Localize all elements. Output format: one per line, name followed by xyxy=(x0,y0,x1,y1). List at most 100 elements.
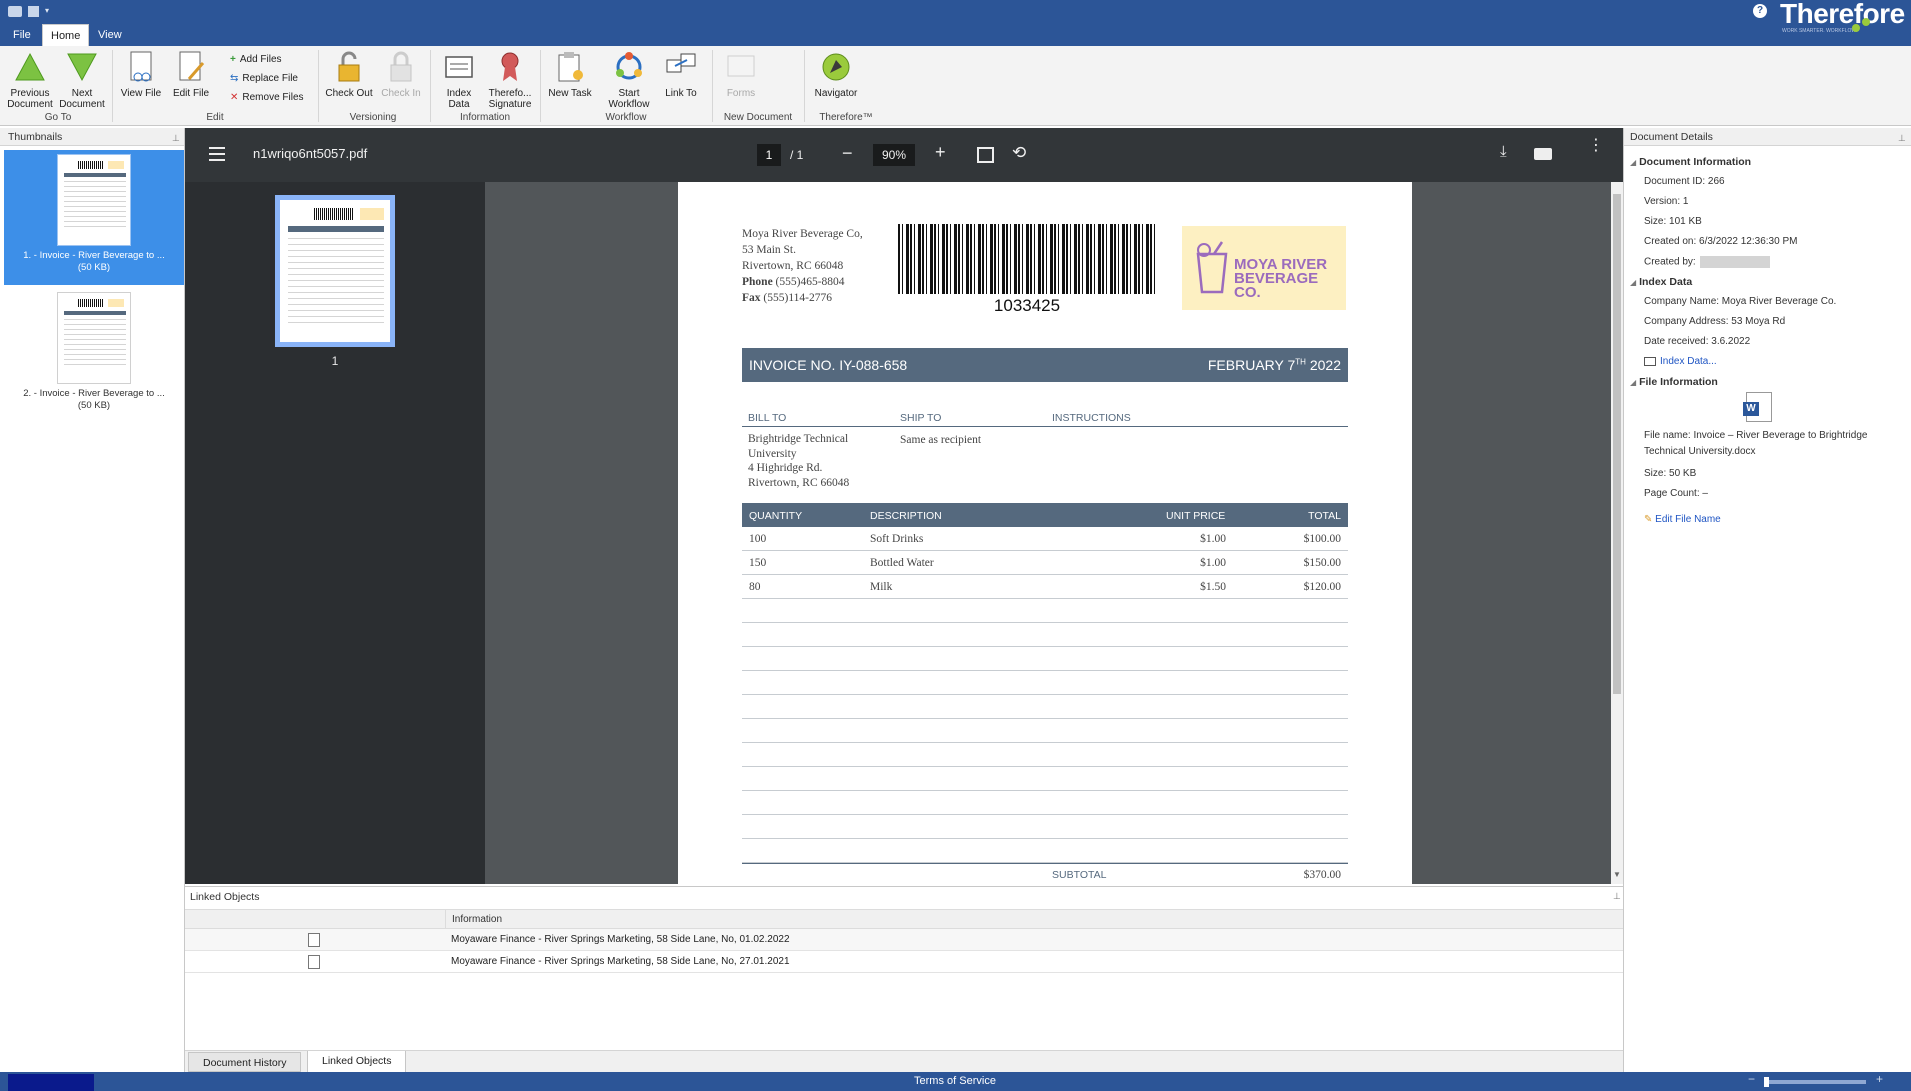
table-row[interactable]: Moyaware Finance - River Springs Marketi… xyxy=(185,929,1623,951)
index-data-title: Index Data xyxy=(1639,276,1693,288)
zoom-in-icon[interactable]: + xyxy=(935,141,946,163)
clipboard-icon xyxy=(553,50,587,84)
therefore-signature-button[interactable]: Therefo... Signature xyxy=(484,50,536,110)
ship-to-label: SHIP TO xyxy=(900,412,942,424)
edit-file-button[interactable]: Edit File xyxy=(168,50,214,99)
save-icon[interactable] xyxy=(28,6,39,17)
forms-icon xyxy=(724,50,758,84)
fit-page-icon[interactable] xyxy=(977,147,994,163)
company-name: Company Name: Moya River Beverage Co. xyxy=(1644,296,1837,307)
edit-file-icon xyxy=(174,50,208,84)
index-data-button[interactable]: Index Data xyxy=(436,50,482,110)
linked-objects-title: Linked Objects xyxy=(190,891,260,903)
group-edit: Edit xyxy=(206,112,224,123)
pin-icon[interactable]: ⊥ xyxy=(1898,129,1906,147)
next-document-button[interactable]: Next Document xyxy=(58,50,106,110)
row-total: $120.00 xyxy=(1303,581,1341,593)
tab-file[interactable]: File xyxy=(5,24,39,46)
vertical-scrollbar[interactable]: ▼ xyxy=(1611,182,1623,884)
previous-document-button[interactable]: Previous Document xyxy=(6,50,54,110)
link-icon xyxy=(664,50,698,84)
bill-to-line: Brightridge Technical xyxy=(748,433,849,445)
remove-icon: ✕ xyxy=(230,92,239,103)
page-thumbnail-selected[interactable] xyxy=(275,195,395,347)
tab-document-history[interactable]: Document History xyxy=(188,1052,302,1072)
scroll-down-icon[interactable]: ▼ xyxy=(1613,870,1621,879)
edit-file-name-label: Edit File Name xyxy=(1655,514,1721,525)
check-in-button[interactable]: Check In xyxy=(376,50,426,99)
view-file-button[interactable]: View File xyxy=(118,50,164,99)
thumbnail-item-2[interactable]: 2. - Invoice - River Beverage to ... (50 … xyxy=(4,288,184,423)
terms-of-service-link[interactable]: Terms of Service xyxy=(855,1075,1055,1087)
index-data-link[interactable]: Index Data... xyxy=(1644,356,1717,367)
pin-icon[interactable]: ⊥ xyxy=(172,129,180,147)
collapse-icon[interactable]: ◢ xyxy=(1630,378,1636,387)
forms-button[interactable]: Forms xyxy=(716,50,766,99)
thumbnail-image xyxy=(57,154,131,246)
start-workflow-button[interactable]: Start Workflow xyxy=(604,50,654,110)
zoom-plus-icon[interactable]: + xyxy=(1876,1072,1883,1086)
add-files-button[interactable]: + Add Files xyxy=(230,51,282,69)
zoom-input[interactable]: 90% xyxy=(873,144,915,166)
barcode-image xyxy=(898,224,1156,294)
menu-icon[interactable] xyxy=(209,147,225,161)
replace-file-button[interactable]: ⇆ Replace File xyxy=(230,70,298,88)
invoice-page: Moya River Beverage Co, 53 Main St. Rive… xyxy=(678,182,1412,884)
sender-city: Rivertown, RC 66048 xyxy=(742,260,844,272)
collapse-icon[interactable]: ◢ xyxy=(1630,158,1636,167)
link-to-button[interactable]: Link To xyxy=(658,50,704,99)
logo-tagline: WORK SMARTER. WORKFLOW. xyxy=(1782,28,1858,34)
index-data-section[interactable]: ◢ Index Data xyxy=(1630,276,1692,288)
invoice-date: FEBRUARY 7TH 2022 xyxy=(1208,357,1341,373)
replace-icon: ⇆ xyxy=(230,73,239,84)
status-indicator xyxy=(8,1074,94,1091)
thumbnail-size: (50 KB) xyxy=(77,400,111,411)
table-row[interactable]: Moyaware Finance - River Springs Marketi… xyxy=(185,951,1623,973)
thumbnails-title: Thumbnails xyxy=(8,131,63,143)
group-workflow: Workflow xyxy=(605,112,647,123)
thumbnail-item-1[interactable]: 1. - Invoice - River Beverage to ... (50 … xyxy=(4,150,184,285)
customize-arrow-icon[interactable]: ▾ xyxy=(45,6,49,17)
tab-view[interactable]: View xyxy=(90,24,130,46)
pdf-toolbar: n1wriqo6nt5057.pdf 1 / 1 − 90% + ⟲ ⤓ ⋮ xyxy=(185,128,1623,182)
zoom-minus-icon[interactable]: − xyxy=(1748,1072,1755,1086)
download-icon[interactable]: ⤓ xyxy=(1500,143,1507,160)
linked-table-header: Information xyxy=(185,909,1623,930)
file-name: File name: Invoice – River Beverage to B… xyxy=(1644,428,1867,460)
barcode-number: 1033425 xyxy=(993,296,1061,315)
help-icon[interactable]: ? xyxy=(1753,4,1767,18)
zoom-out-icon[interactable]: − xyxy=(842,142,853,164)
bill-to-line: 4 Highridge Rd. xyxy=(748,462,823,474)
edit-file-name-link[interactable]: ✎ Edit File Name xyxy=(1644,514,1721,525)
rotate-icon[interactable]: ⟲ xyxy=(1012,143,1026,163)
pin-icon[interactable]: ⊥ xyxy=(1613,891,1621,902)
table-row: 100 Soft Drinks $1.00 $100.00 xyxy=(742,527,1348,551)
invoice-title-bar: INVOICE NO. IY-088-658 FEBRUARY 7TH 2022 xyxy=(742,348,1348,382)
print-icon[interactable] xyxy=(1534,148,1552,160)
file-information-section[interactable]: ◢ File Information xyxy=(1630,376,1718,388)
navigator-button[interactable]: Navigator xyxy=(810,50,862,99)
document-id: Document ID: 266 xyxy=(1644,176,1725,187)
tab-linked-objects[interactable]: Linked Objects xyxy=(307,1051,407,1073)
new-task-button[interactable]: New Task xyxy=(544,50,596,99)
scrollbar-thumb[interactable] xyxy=(1613,194,1621,694)
lock-icon xyxy=(384,50,418,84)
document-icon xyxy=(308,955,320,969)
tab-home[interactable]: Home xyxy=(42,24,90,46)
app-menu-icon[interactable] xyxy=(8,6,22,17)
page-number-input[interactable]: 1 xyxy=(757,144,781,166)
index-data-link-label: Index Data... xyxy=(1660,356,1717,367)
zoom-slider[interactable] xyxy=(1764,1077,1866,1087)
check-out-button[interactable]: Check Out xyxy=(322,50,376,99)
remove-files-button[interactable]: ✕ Remove Files xyxy=(230,89,304,107)
subtotal-divider xyxy=(742,863,1348,864)
logo-dot-icon xyxy=(1852,24,1860,32)
row-description: Soft Drinks xyxy=(870,533,924,545)
more-options-icon[interactable]: ⋮ xyxy=(1588,138,1604,154)
collapse-icon[interactable]: ◢ xyxy=(1630,278,1636,287)
group-therefore: Therefore™ xyxy=(819,112,873,123)
edit-file-label: Edit File xyxy=(172,88,210,99)
thumbnail-title: 1. - Invoice - River Beverage to ... xyxy=(23,250,165,261)
document-information-section[interactable]: ◢ Document Information xyxy=(1630,156,1751,168)
therefore-signature-label: Therefo... Signature xyxy=(488,88,532,110)
